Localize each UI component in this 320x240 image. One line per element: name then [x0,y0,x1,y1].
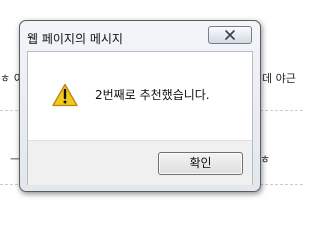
background-text-right: 데 야근 [262,72,296,85]
warning-icon [52,83,78,107]
dialog-titlebar[interactable]: 웹 페이지의 메시지 [20,21,260,51]
dialog-title: 웹 페이지의 메시지 [27,32,123,46]
background-text-bottom-right: ㅎ [260,153,271,166]
alert-dialog: 웹 페이지의 메시지 2번째로 추천했습니다. 확인 [19,20,261,192]
browser-page: ㅎ 이 데 야근 ㅡ ㅎ 웹 페이지의 메시지 2번째로 추천했습니다. 확인 [0,0,303,214]
close-icon [225,30,235,40]
close-button[interactable] [208,26,252,44]
dialog-button-area: 확인 [28,140,252,185]
ok-button[interactable]: 확인 [158,152,243,175]
dialog-message: 2번째로 추천했습니다. [95,88,210,102]
dialog-content: 2번째로 추천했습니다. 확인 [27,51,253,185]
